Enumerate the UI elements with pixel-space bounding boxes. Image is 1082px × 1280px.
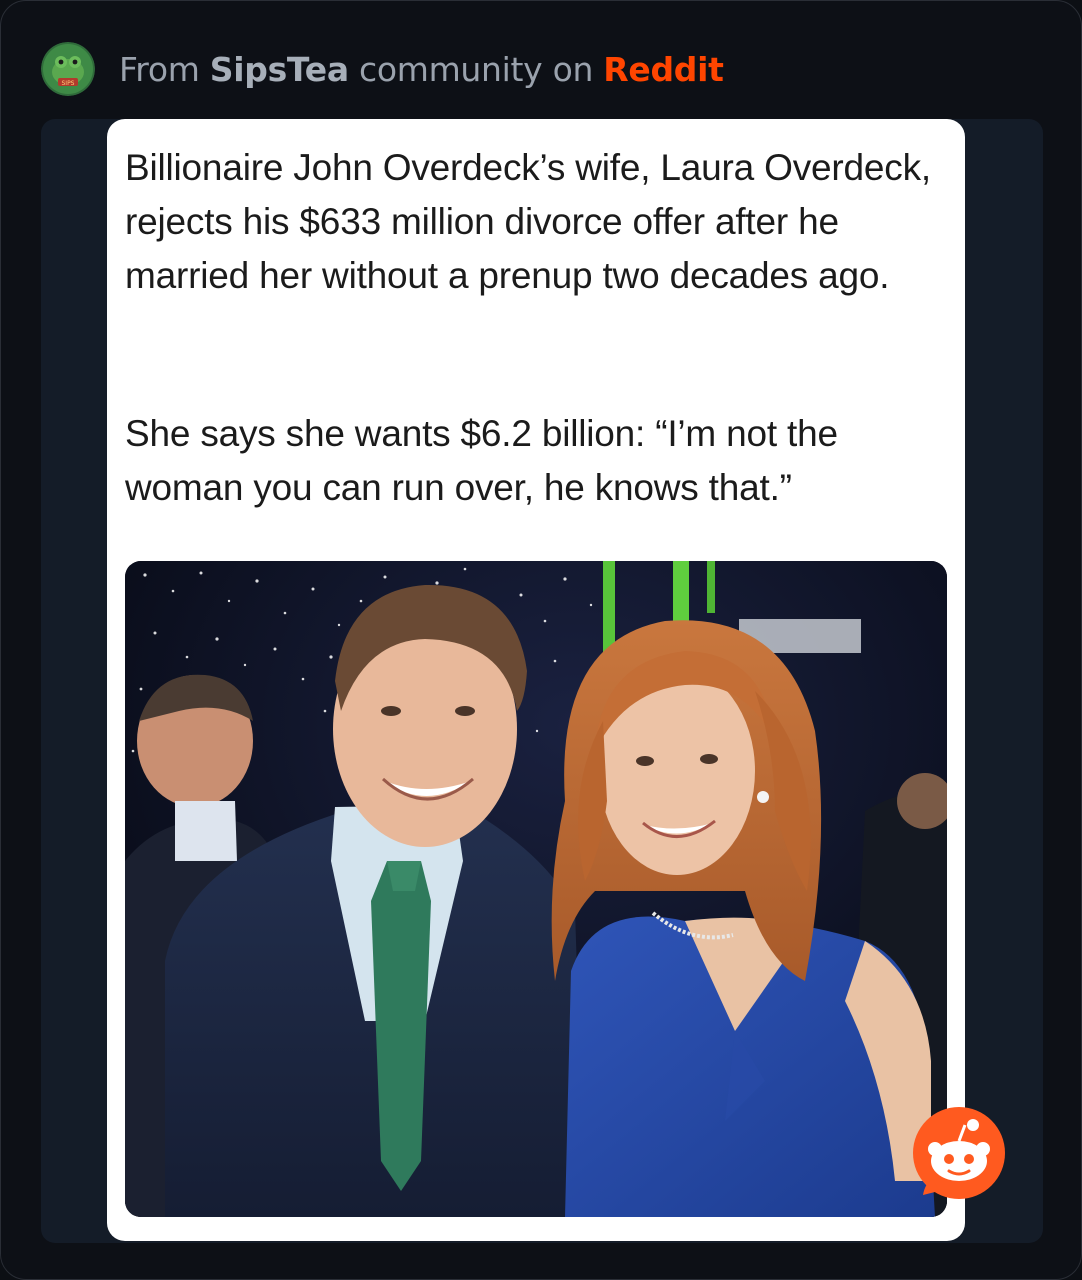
post-quote: She says she wants $6.2 billion: “I’m no…: [125, 413, 838, 508]
couple-photo[interactable]: [125, 561, 947, 1217]
post-frame: SIPS From SipsTea community on Reddit Bi…: [0, 0, 1082, 1280]
reddit-snoo-icon[interactable]: [911, 1105, 1007, 1201]
post-card[interactable]: Billionaire John Overdeck’s wife, Laura …: [107, 119, 965, 1241]
frog-avatar-icon[interactable]: SIPS: [41, 42, 95, 96]
post-headline: Billionaire John Overdeck’s wife, Laura …: [125, 147, 931, 296]
reddit-link[interactable]: Reddit: [603, 50, 724, 89]
header-middle: community on: [359, 49, 594, 89]
svg-text:SIPS: SIPS: [61, 80, 74, 87]
post-header: SIPS From SipsTea community on Reddit: [41, 41, 724, 97]
community-link[interactable]: SipsTea: [210, 50, 349, 89]
header-prefix: From: [119, 49, 200, 89]
header-source-text: From SipsTea community on Reddit: [119, 50, 724, 89]
